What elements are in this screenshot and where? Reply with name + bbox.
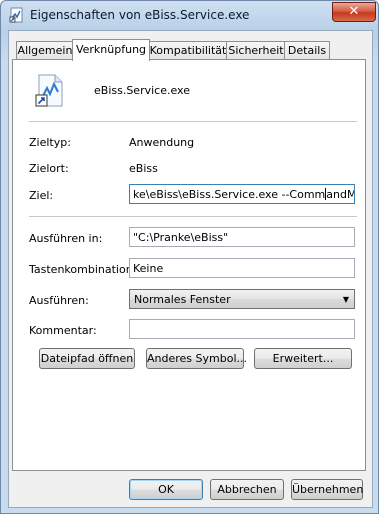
target-value-start: ke\eBiss\eBiss.Service.exe --Comm — [133, 188, 326, 201]
ok-button[interactable]: OK — [129, 479, 203, 500]
run-label: Ausführen: — [29, 294, 89, 307]
close-icon: ✕ — [348, 4, 360, 19]
dialog-client: Allgemein Verknüpfung Kompatibilität Sic… — [8, 30, 373, 508]
start-in-field[interactable]: "C:\Pranke\eBiss" — [129, 227, 355, 247]
window-title: Eigenschaften von eBiss.Service.exe — [30, 8, 250, 22]
target-location-value: eBiss — [129, 162, 158, 175]
divider — [29, 216, 357, 217]
run-selected-value: Normales Fenster — [134, 293, 231, 306]
shortcut-icon — [35, 74, 63, 107]
advanced-button[interactable]: Erweitert... — [254, 348, 352, 369]
comment-label: Kommentar: — [29, 324, 97, 337]
cancel-button[interactable]: Abbrechen — [210, 479, 284, 500]
tab-kompatibilitaet[interactable]: Kompatibilität — [148, 41, 228, 60]
title-bar[interactable]: Eigenschaften von eBiss.Service.exe ✕ — [1, 1, 378, 29]
shortcut-tab-panel: eBiss.Service.exe Zieltyp: Anwendung Zie… — [12, 59, 366, 471]
target-type-label: Zieltyp: — [29, 136, 71, 149]
properties-window: Eigenschaften von eBiss.Service.exe ✕ Al… — [0, 0, 379, 514]
file-name: eBiss.Service.exe — [94, 84, 190, 97]
apply-button[interactable]: Übernehmen — [291, 479, 363, 500]
tab-allgemein[interactable]: Allgemein — [16, 41, 74, 60]
target-field[interactable]: ke\eBiss\eBiss.Service.exe --CommandMode… — [129, 184, 355, 204]
target-type-value: Anwendung — [129, 136, 195, 149]
tab-verknuepfung[interactable]: Verknüpfung — [72, 39, 150, 61]
start-in-label: Ausführen in: — [29, 232, 103, 245]
shortcut-key-field[interactable]: Keine — [129, 258, 355, 278]
change-icon-button[interactable]: Anderes Symbol... — [146, 348, 247, 369]
tab-details[interactable]: Details — [284, 41, 330, 60]
dropdown-arrow-icon: ▼ — [342, 295, 349, 304]
target-value-end: andMode" — [326, 188, 355, 201]
shortcut-key-label: Tastenkombination: — [29, 263, 137, 276]
target-label: Ziel: — [29, 189, 54, 202]
close-button[interactable]: ✕ — [332, 2, 376, 22]
divider — [29, 121, 357, 122]
tab-sicherheit[interactable]: Sicherheit — [226, 41, 286, 60]
app-icon — [9, 7, 23, 23]
comment-field[interactable] — [129, 319, 355, 339]
target-location-label: Zielort: — [29, 162, 69, 175]
run-select[interactable]: Normales Fenster ▼ — [129, 289, 355, 309]
open-file-location-button[interactable]: Dateipfad öffnen — [39, 348, 135, 369]
tab-strip: Allgemein Verknüpfung Kompatibilität Sic… — [12, 39, 372, 61]
